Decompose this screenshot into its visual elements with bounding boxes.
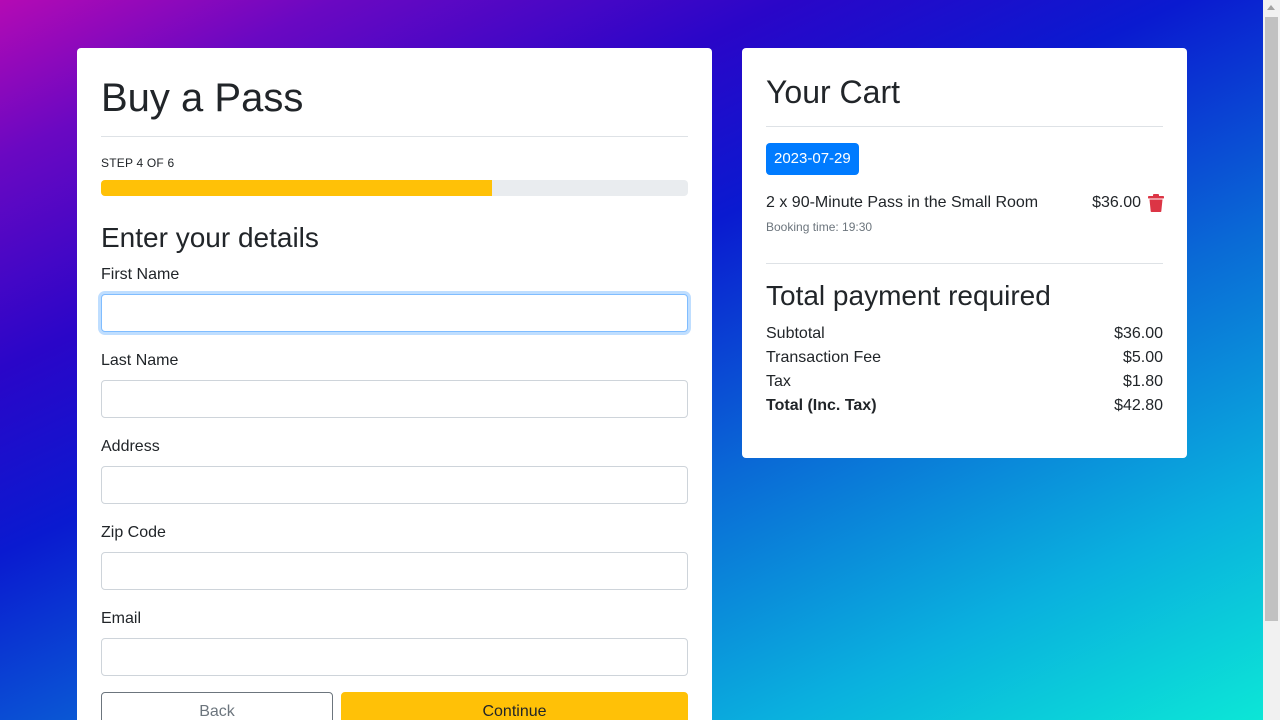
total-label: Total (Inc. Tax) <box>766 397 877 414</box>
last-name-input[interactable] <box>101 380 688 418</box>
step-indicator: STEP 4 OF 6 <box>101 156 175 170</box>
total-row: Total (Inc. Tax) $42.80 <box>766 394 1163 418</box>
transaction-fee-amount: $5.00 <box>1122 349 1163 366</box>
first-name-label: First Name <box>101 266 180 283</box>
cart-panel: Your Cart 2023-07-29 2 x 90-Minute Pass … <box>742 48 1187 458</box>
address-label: Address <box>101 438 160 455</box>
total-amount: $42.80 <box>1114 397 1163 414</box>
tax-amount: $1.80 <box>1122 373 1163 390</box>
cart-item-name: 2 x 90-Minute Pass in the Small Room <box>766 194 1039 211</box>
booking-time: Booking time: 19:30 <box>766 220 873 234</box>
address-input[interactable] <box>101 466 688 504</box>
title-divider <box>101 136 688 137</box>
subtotal-row: Subtotal $36.00 <box>766 322 1163 346</box>
scrollbar-thumb[interactable] <box>1265 17 1278 621</box>
transaction-fee-label: Transaction Fee <box>766 349 882 366</box>
email-label: Email <box>101 610 142 627</box>
last-name-label: Last Name <box>101 352 179 369</box>
cart-items-divider <box>766 263 1163 264</box>
page-scrollbar[interactable] <box>1263 0 1280 720</box>
zip-code-input[interactable] <box>101 552 688 590</box>
zip-code-label: Zip Code <box>101 524 166 541</box>
tax-row: Tax $1.80 <box>766 370 1163 394</box>
email-input[interactable] <box>101 638 688 676</box>
step-progress-fill <box>101 180 493 196</box>
subtotal-amount: $36.00 <box>1114 325 1163 342</box>
page-title: Buy a Pass <box>101 76 304 120</box>
cart-item-price: $36.00 <box>1092 194 1141 211</box>
cart-title: Your Cart <box>766 74 900 110</box>
details-section-title: Enter your details <box>101 222 319 253</box>
booking-form-panel: Buy a Pass STEP 4 OF 6 Enter your detail… <box>77 48 712 720</box>
step-progress-bar <box>101 180 688 196</box>
subtotal-label: Subtotal <box>766 325 825 342</box>
scroll-up-arrow-icon[interactable] <box>1267 5 1275 10</box>
transaction-fee-row: Transaction Fee $5.00 <box>766 346 1163 370</box>
trash-icon[interactable] <box>1148 194 1164 212</box>
continue-button[interactable]: Continue <box>341 692 688 720</box>
total-payment-title: Total payment required <box>766 280 1051 311</box>
first-name-input[interactable] <box>101 294 688 332</box>
back-button[interactable]: Back <box>101 692 333 720</box>
cart-title-divider <box>766 126 1163 127</box>
tax-label: Tax <box>766 373 791 390</box>
date-badge: 2023-07-29 <box>766 143 859 175</box>
